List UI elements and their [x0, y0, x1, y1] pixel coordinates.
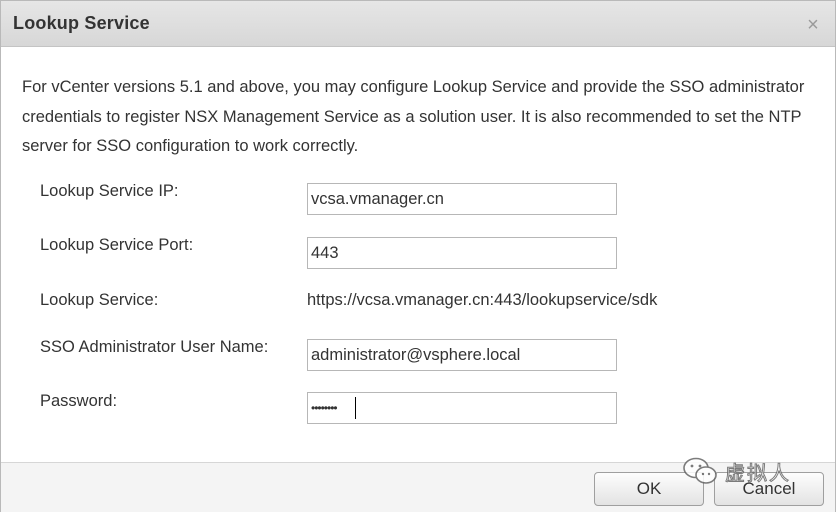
watermark-text: 虚拟人: [725, 460, 791, 485]
lookup-port-input[interactable]: [307, 237, 617, 269]
watermark: 虚拟人: [681, 453, 791, 489]
dialog-titlebar: Lookup Service ×: [1, 1, 835, 47]
password-input[interactable]: [307, 392, 617, 424]
text-caret: [355, 397, 356, 419]
lookup-service-url: https://vcsa.vmanager.cn:443/lookupservi…: [307, 291, 658, 309]
lookup-ip-input[interactable]: [307, 183, 617, 215]
dialog-title: Lookup Service: [13, 13, 150, 33]
sso-user-input[interactable]: [307, 339, 617, 371]
dialog-description: For vCenter versions 5.1 and above, you …: [22, 78, 805, 155]
lookup-port-label: Lookup Service Port:: [40, 236, 194, 254]
wechat-icon: [683, 457, 717, 484]
lookup-ip-label: Lookup Service IP:: [40, 182, 179, 200]
close-icon[interactable]: ×: [805, 15, 821, 35]
lookup-service-label: Lookup Service:: [40, 291, 159, 309]
password-label: Password:: [40, 392, 118, 410]
sso-user-label: SSO Administrator User Name:: [40, 338, 269, 356]
lookup-service-dialog: Lookup Service × For vCenter versions 5.…: [0, 0, 836, 512]
